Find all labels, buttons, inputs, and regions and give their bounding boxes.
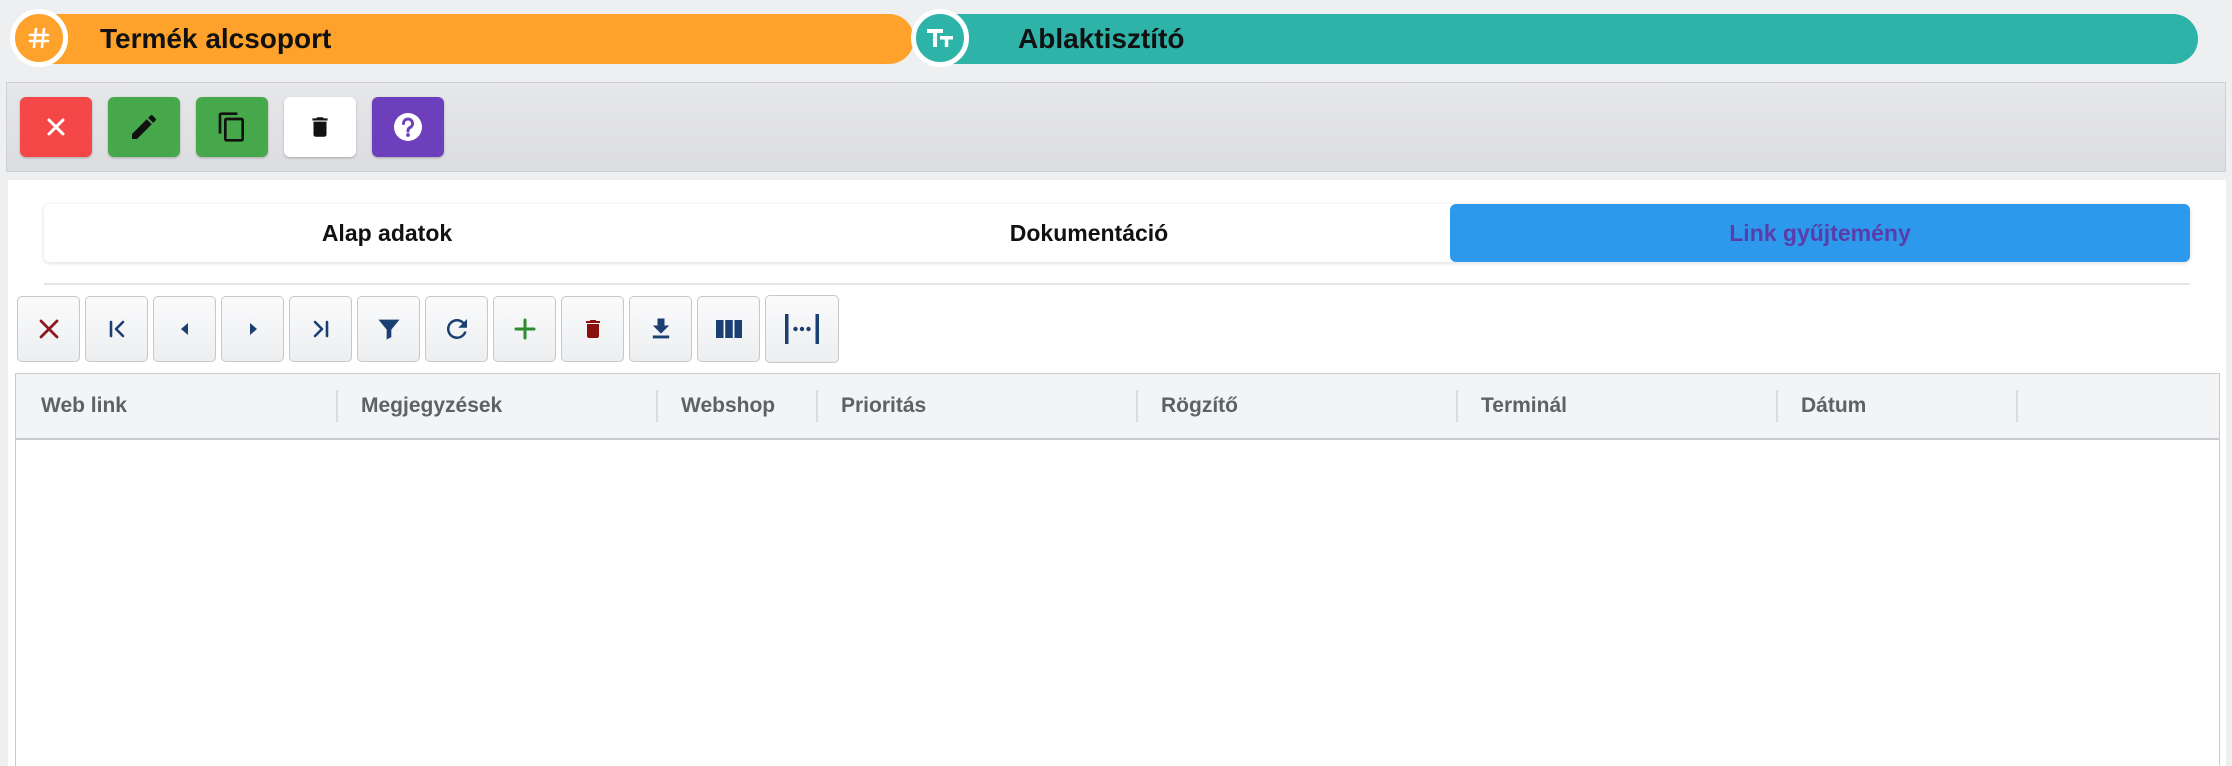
tab-bar: Alap adatok Dokumentáció Link gyűjtemény bbox=[44, 204, 2190, 262]
column-priority[interactable]: Prioritás bbox=[816, 374, 1136, 438]
grid-export-button[interactable] bbox=[629, 296, 692, 362]
close-button[interactable] bbox=[20, 97, 92, 157]
product-name-label: Ablaktisztító bbox=[1018, 23, 1185, 54]
copy-button[interactable] bbox=[196, 97, 268, 157]
columns-icon bbox=[715, 320, 742, 338]
hash-icon bbox=[10, 9, 68, 67]
tab-link-collection[interactable]: Link gyűjtemény bbox=[1450, 204, 2190, 262]
close-icon bbox=[39, 319, 58, 339]
grid-next-button[interactable] bbox=[221, 296, 284, 362]
link-grid: Web link Megjegyzések Webshop Prioritás … bbox=[15, 373, 2220, 766]
text-size-icon bbox=[911, 9, 969, 67]
grid-add-button[interactable] bbox=[493, 296, 556, 362]
pencil-icon bbox=[132, 114, 157, 139]
column-web-link[interactable]: Web link bbox=[16, 374, 336, 438]
refresh-icon bbox=[446, 318, 467, 339]
grid-fit-columns-button[interactable] bbox=[765, 295, 839, 363]
tab-divider bbox=[44, 283, 2190, 285]
column-webshop[interactable]: Webshop bbox=[656, 374, 816, 438]
grid-last-button[interactable] bbox=[289, 296, 352, 362]
grid-delete-button[interactable] bbox=[561, 296, 624, 362]
action-toolbar bbox=[6, 82, 2226, 172]
caret-right-icon bbox=[249, 323, 257, 335]
close-icon bbox=[47, 118, 65, 136]
grid-refresh-button[interactable] bbox=[425, 296, 488, 362]
column-separator[interactable] bbox=[2016, 390, 2018, 422]
help-button[interactable] bbox=[372, 97, 444, 157]
column-date[interactable]: Dátum bbox=[1776, 374, 2016, 438]
last-page-icon bbox=[313, 320, 328, 338]
filter-icon bbox=[378, 319, 399, 340]
product-name-pill: Ablaktisztító bbox=[926, 14, 2198, 64]
help-icon bbox=[394, 113, 422, 141]
copy-icon bbox=[218, 112, 244, 142]
grid-header: Web link Megjegyzések Webshop Prioritás … bbox=[16, 374, 2219, 440]
grid-filter-button[interactable] bbox=[357, 296, 420, 362]
column-notes[interactable]: Megjegyzések bbox=[336, 374, 656, 438]
subgroup-pill: Termék alcsoport bbox=[20, 14, 914, 64]
trash-icon bbox=[585, 320, 600, 338]
download-icon bbox=[652, 318, 669, 339]
grid-columns-button[interactable] bbox=[697, 296, 760, 362]
grid-first-button[interactable] bbox=[85, 296, 148, 362]
tab-documentation[interactable]: Dokumentáció bbox=[730, 204, 1448, 262]
trash-icon bbox=[312, 117, 328, 137]
edit-button[interactable] bbox=[108, 97, 180, 157]
delete-button[interactable] bbox=[284, 97, 356, 157]
first-page-icon bbox=[109, 320, 124, 338]
column-terminal[interactable]: Terminál bbox=[1456, 374, 1776, 438]
grid-clear-button[interactable] bbox=[17, 296, 80, 362]
main-panel: Alap adatok Dokumentáció Link gyűjtemény bbox=[8, 180, 2226, 766]
column-recorder[interactable]: Rögzítő bbox=[1136, 374, 1456, 438]
grid-body bbox=[16, 440, 2219, 766]
caret-left-icon bbox=[180, 323, 188, 335]
tab-basic-data[interactable]: Alap adatok bbox=[44, 204, 730, 262]
column-width-icon bbox=[785, 314, 819, 344]
grid-previous-button[interactable] bbox=[153, 296, 216, 362]
plus-icon bbox=[514, 318, 535, 340]
subgroup-label: Termék alcsoport bbox=[100, 23, 332, 54]
